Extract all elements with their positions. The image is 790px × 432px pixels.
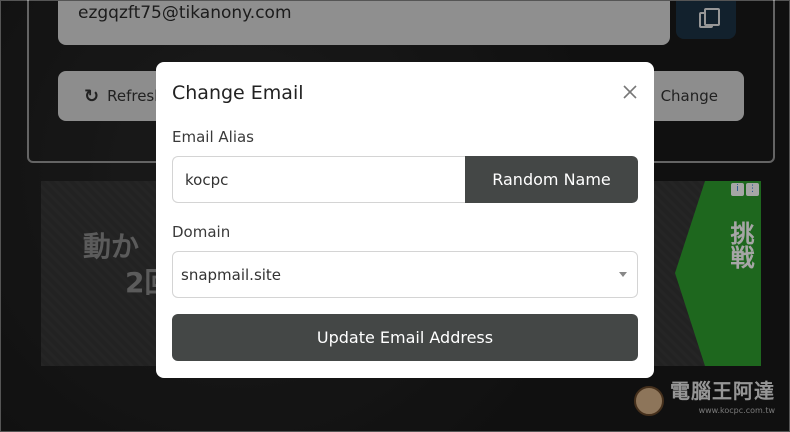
close-button[interactable] bbox=[620, 82, 640, 102]
modal-title: Change Email bbox=[172, 82, 304, 104]
update-email-button[interactable]: Update Email Address bbox=[172, 314, 638, 361]
close-icon bbox=[623, 85, 637, 99]
domain-label: Domain bbox=[172, 223, 231, 241]
random-name-button[interactable]: Random Name bbox=[465, 156, 638, 203]
email-alias-label: Email Alias bbox=[172, 128, 254, 146]
chevron-down-icon bbox=[619, 272, 627, 277]
email-alias-input[interactable] bbox=[172, 156, 466, 203]
domain-select-value: snapmail.site bbox=[181, 265, 282, 284]
domain-select[interactable]: snapmail.site bbox=[172, 251, 638, 298]
change-email-modal: Change Email Email Alias Random Name Dom… bbox=[156, 62, 654, 378]
